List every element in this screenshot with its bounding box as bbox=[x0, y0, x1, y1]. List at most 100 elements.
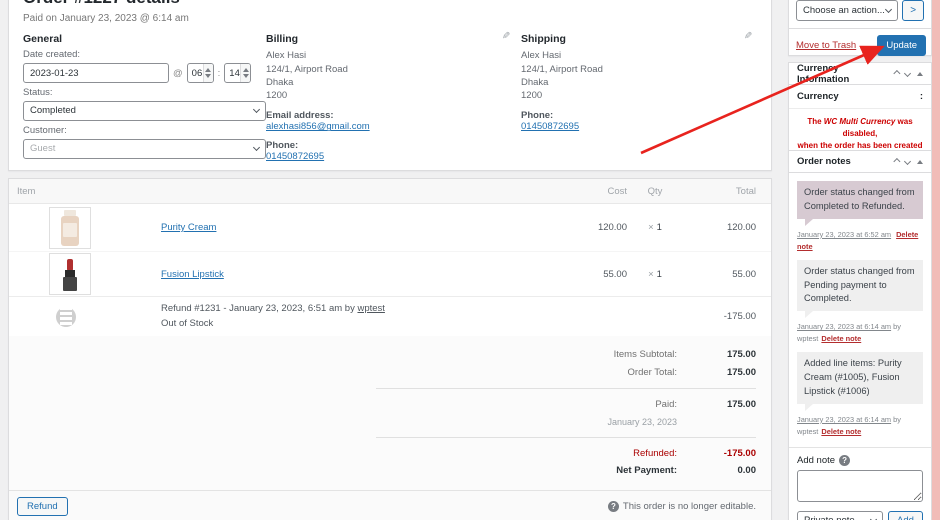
net-payment-value: 0.00 bbox=[737, 465, 757, 476]
toggle-panel-icon[interactable] bbox=[917, 71, 923, 76]
order-note: Order status changed from Pending paymen… bbox=[797, 259, 923, 346]
add-note-button[interactable]: Add bbox=[888, 510, 923, 520]
product-link[interactable]: Fusion Lipstick bbox=[161, 269, 224, 280]
product-link[interactable]: Purity Cream bbox=[161, 222, 216, 233]
cost-column-header: Cost bbox=[607, 185, 627, 197]
order-paid-subtitle: Paid on January 23, 2023 @ 6:14 am bbox=[23, 13, 189, 25]
shipping-phone-label: Phone: bbox=[521, 110, 554, 122]
refund-label: Refund #1231 - January 23, 2023, 6:51 am… bbox=[161, 303, 355, 315]
move-down-icon[interactable] bbox=[903, 157, 912, 166]
item-qty: × 1 bbox=[648, 268, 662, 280]
chevron-down-icon bbox=[885, 5, 893, 13]
general-column: General Date created: @ 06 : 14 bbox=[23, 33, 266, 162]
order-item-row: Fusion Lipstick 55.00 × 1 55.00 bbox=[9, 251, 771, 296]
totals-divider bbox=[376, 436, 756, 438]
chevron-down-icon bbox=[252, 144, 261, 152]
order-total-label: Order Total: bbox=[627, 366, 677, 378]
edit-billing-pencil-icon[interactable]: ✎ bbox=[502, 31, 510, 42]
move-down-icon[interactable] bbox=[903, 69, 912, 78]
shipping-heading: Shipping bbox=[521, 33, 566, 46]
order-total-value: 175.00 bbox=[726, 366, 756, 378]
move-to-trash-link[interactable]: Move to Trash bbox=[796, 40, 856, 51]
item-column-header: Item bbox=[17, 185, 36, 197]
status-select[interactable]: Completed bbox=[23, 101, 266, 122]
run-action-button[interactable]: > bbox=[902, 0, 924, 21]
total-column-header: Total bbox=[735, 185, 756, 197]
move-up-icon[interactable] bbox=[893, 69, 901, 78]
order-note: Order status changed from Completed to R… bbox=[797, 181, 923, 253]
order-action-select[interactable]: Choose an action... bbox=[796, 0, 899, 21]
currency-value: : bbox=[919, 91, 923, 102]
totals-divider bbox=[376, 388, 756, 389]
refunded-value: -175.00 bbox=[723, 447, 756, 459]
minute-stepper[interactable]: 14 bbox=[224, 63, 252, 84]
woocommerce-order-edit-screen: Order #1227 details Paid on January 23, … bbox=[0, 0, 940, 520]
shipping-column: Shipping ✎ Alex Hasi 124/1, Airport Road… bbox=[521, 31, 757, 162]
currency-label: Currency bbox=[797, 91, 839, 102]
note-type-select[interactable]: Private note bbox=[797, 510, 883, 520]
item-total: 55.00 bbox=[732, 268, 756, 280]
billing-address: Alex Hasi 124/1, Airport Road Dhaka 1200 bbox=[266, 50, 348, 102]
billing-column: Billing ✎ Alex Hasi 124/1, Airport Road … bbox=[266, 31, 521, 162]
at-sign: @ bbox=[173, 67, 183, 79]
note-text: Order status changed from Completed to R… bbox=[797, 181, 923, 219]
notes-list: Order status changed from Completed to R… bbox=[789, 173, 931, 447]
product-thumbnail[interactable] bbox=[49, 253, 91, 295]
customer-select[interactable]: Guest bbox=[23, 139, 266, 160]
order-data-columns: General Date created: @ 06 : 14 bbox=[23, 31, 757, 162]
billing-phone-link[interactable]: 01450872695 bbox=[266, 151, 324, 162]
refunded-label: Refunded: bbox=[633, 447, 677, 459]
note-date-link[interactable]: January 23, 2023 at 6:14 am bbox=[797, 322, 891, 331]
chevron-down-icon bbox=[869, 515, 878, 520]
time-separator: : bbox=[217, 67, 221, 79]
delete-note-link[interactable]: Delete note bbox=[821, 334, 861, 343]
spinner-arrows-icon[interactable] bbox=[240, 64, 251, 83]
product-thumbnail[interactable] bbox=[49, 206, 91, 249]
order-notes-title: Order notes bbox=[797, 156, 851, 167]
items-subtotal-value: 175.00 bbox=[726, 349, 756, 360]
order-data-panel: Order #1227 details Paid on January 23, … bbox=[8, 0, 772, 171]
billing-email-link[interactable]: alexhasi856@gmail.com bbox=[266, 121, 370, 132]
order-items-panel: Item Cost Qty Total Purity Cream 120.00 … bbox=[8, 178, 772, 520]
refund-row: Refund #1231 - January 23, 2023, 6:51 am… bbox=[9, 296, 771, 336]
order-note: Added line items: Purity Cream (#1005), … bbox=[797, 352, 923, 438]
refund-user-link[interactable]: wptest bbox=[357, 303, 384, 314]
edit-shipping-pencil-icon[interactable]: ✎ bbox=[744, 31, 752, 42]
delete-note-link[interactable]: Delete note bbox=[821, 427, 861, 436]
date-created-label: Date created: bbox=[23, 49, 81, 61]
help-icon[interactable]: ? bbox=[607, 500, 619, 512]
order-actions-panel: Choose an action... > Move to Trash Upda… bbox=[788, 0, 932, 56]
qty-column-header: Qty bbox=[647, 185, 663, 197]
order-notes-panel: Order notes Order status changed from Co… bbox=[788, 150, 932, 520]
hour-stepper[interactable]: 06 bbox=[186, 63, 214, 84]
status-label: Status: bbox=[23, 87, 53, 99]
date-created-row: @ 06 : 14 bbox=[23, 63, 266, 84]
spinner-arrows-icon[interactable] bbox=[202, 64, 213, 83]
refund-button[interactable]: Refund bbox=[17, 496, 68, 516]
toggle-panel-icon[interactable] bbox=[917, 159, 923, 164]
move-up-icon[interactable] bbox=[893, 157, 901, 166]
help-icon[interactable]: ? bbox=[839, 454, 851, 466]
page-title: Order #1227 details bbox=[23, 0, 757, 8]
chevron-down-icon bbox=[252, 106, 261, 114]
order-item-row: Purity Cream 120.00 × 1 120.00 bbox=[9, 204, 771, 251]
note-date-link[interactable]: January 23, 2023 at 6:14 am bbox=[797, 415, 891, 424]
refund-reason: Out of Stock bbox=[161, 317, 214, 329]
note-date-link[interactable]: January 23, 2023 at 6:52 am bbox=[797, 230, 891, 239]
shipping-phone-link[interactable]: 01450872695 bbox=[521, 121, 579, 132]
order-items-actions-bar: Refund ? This order is no longer editabl… bbox=[9, 490, 771, 520]
general-heading: General bbox=[23, 33, 63, 46]
add-note-textarea[interactable] bbox=[797, 469, 923, 502]
billing-email-label: Email address: bbox=[266, 110, 334, 122]
update-button[interactable]: Update bbox=[877, 35, 926, 56]
refund-amount: -175.00 bbox=[723, 311, 756, 322]
billing-heading: Billing bbox=[266, 33, 299, 46]
add-note-section: Add note ? Private note Add bbox=[789, 446, 931, 520]
item-total: 120.00 bbox=[726, 222, 756, 233]
items-subtotal-label: Items Subtotal: bbox=[613, 349, 677, 360]
cream-bottle-image bbox=[61, 209, 79, 246]
order-totals-section: Items Subtotal: 175.00 Order Total: 175.… bbox=[9, 336, 771, 492]
main-column: Order #1227 details Paid on January 23, … bbox=[8, 0, 772, 520]
date-created-input[interactable] bbox=[23, 63, 169, 84]
paid-label: Paid: bbox=[655, 399, 677, 410]
